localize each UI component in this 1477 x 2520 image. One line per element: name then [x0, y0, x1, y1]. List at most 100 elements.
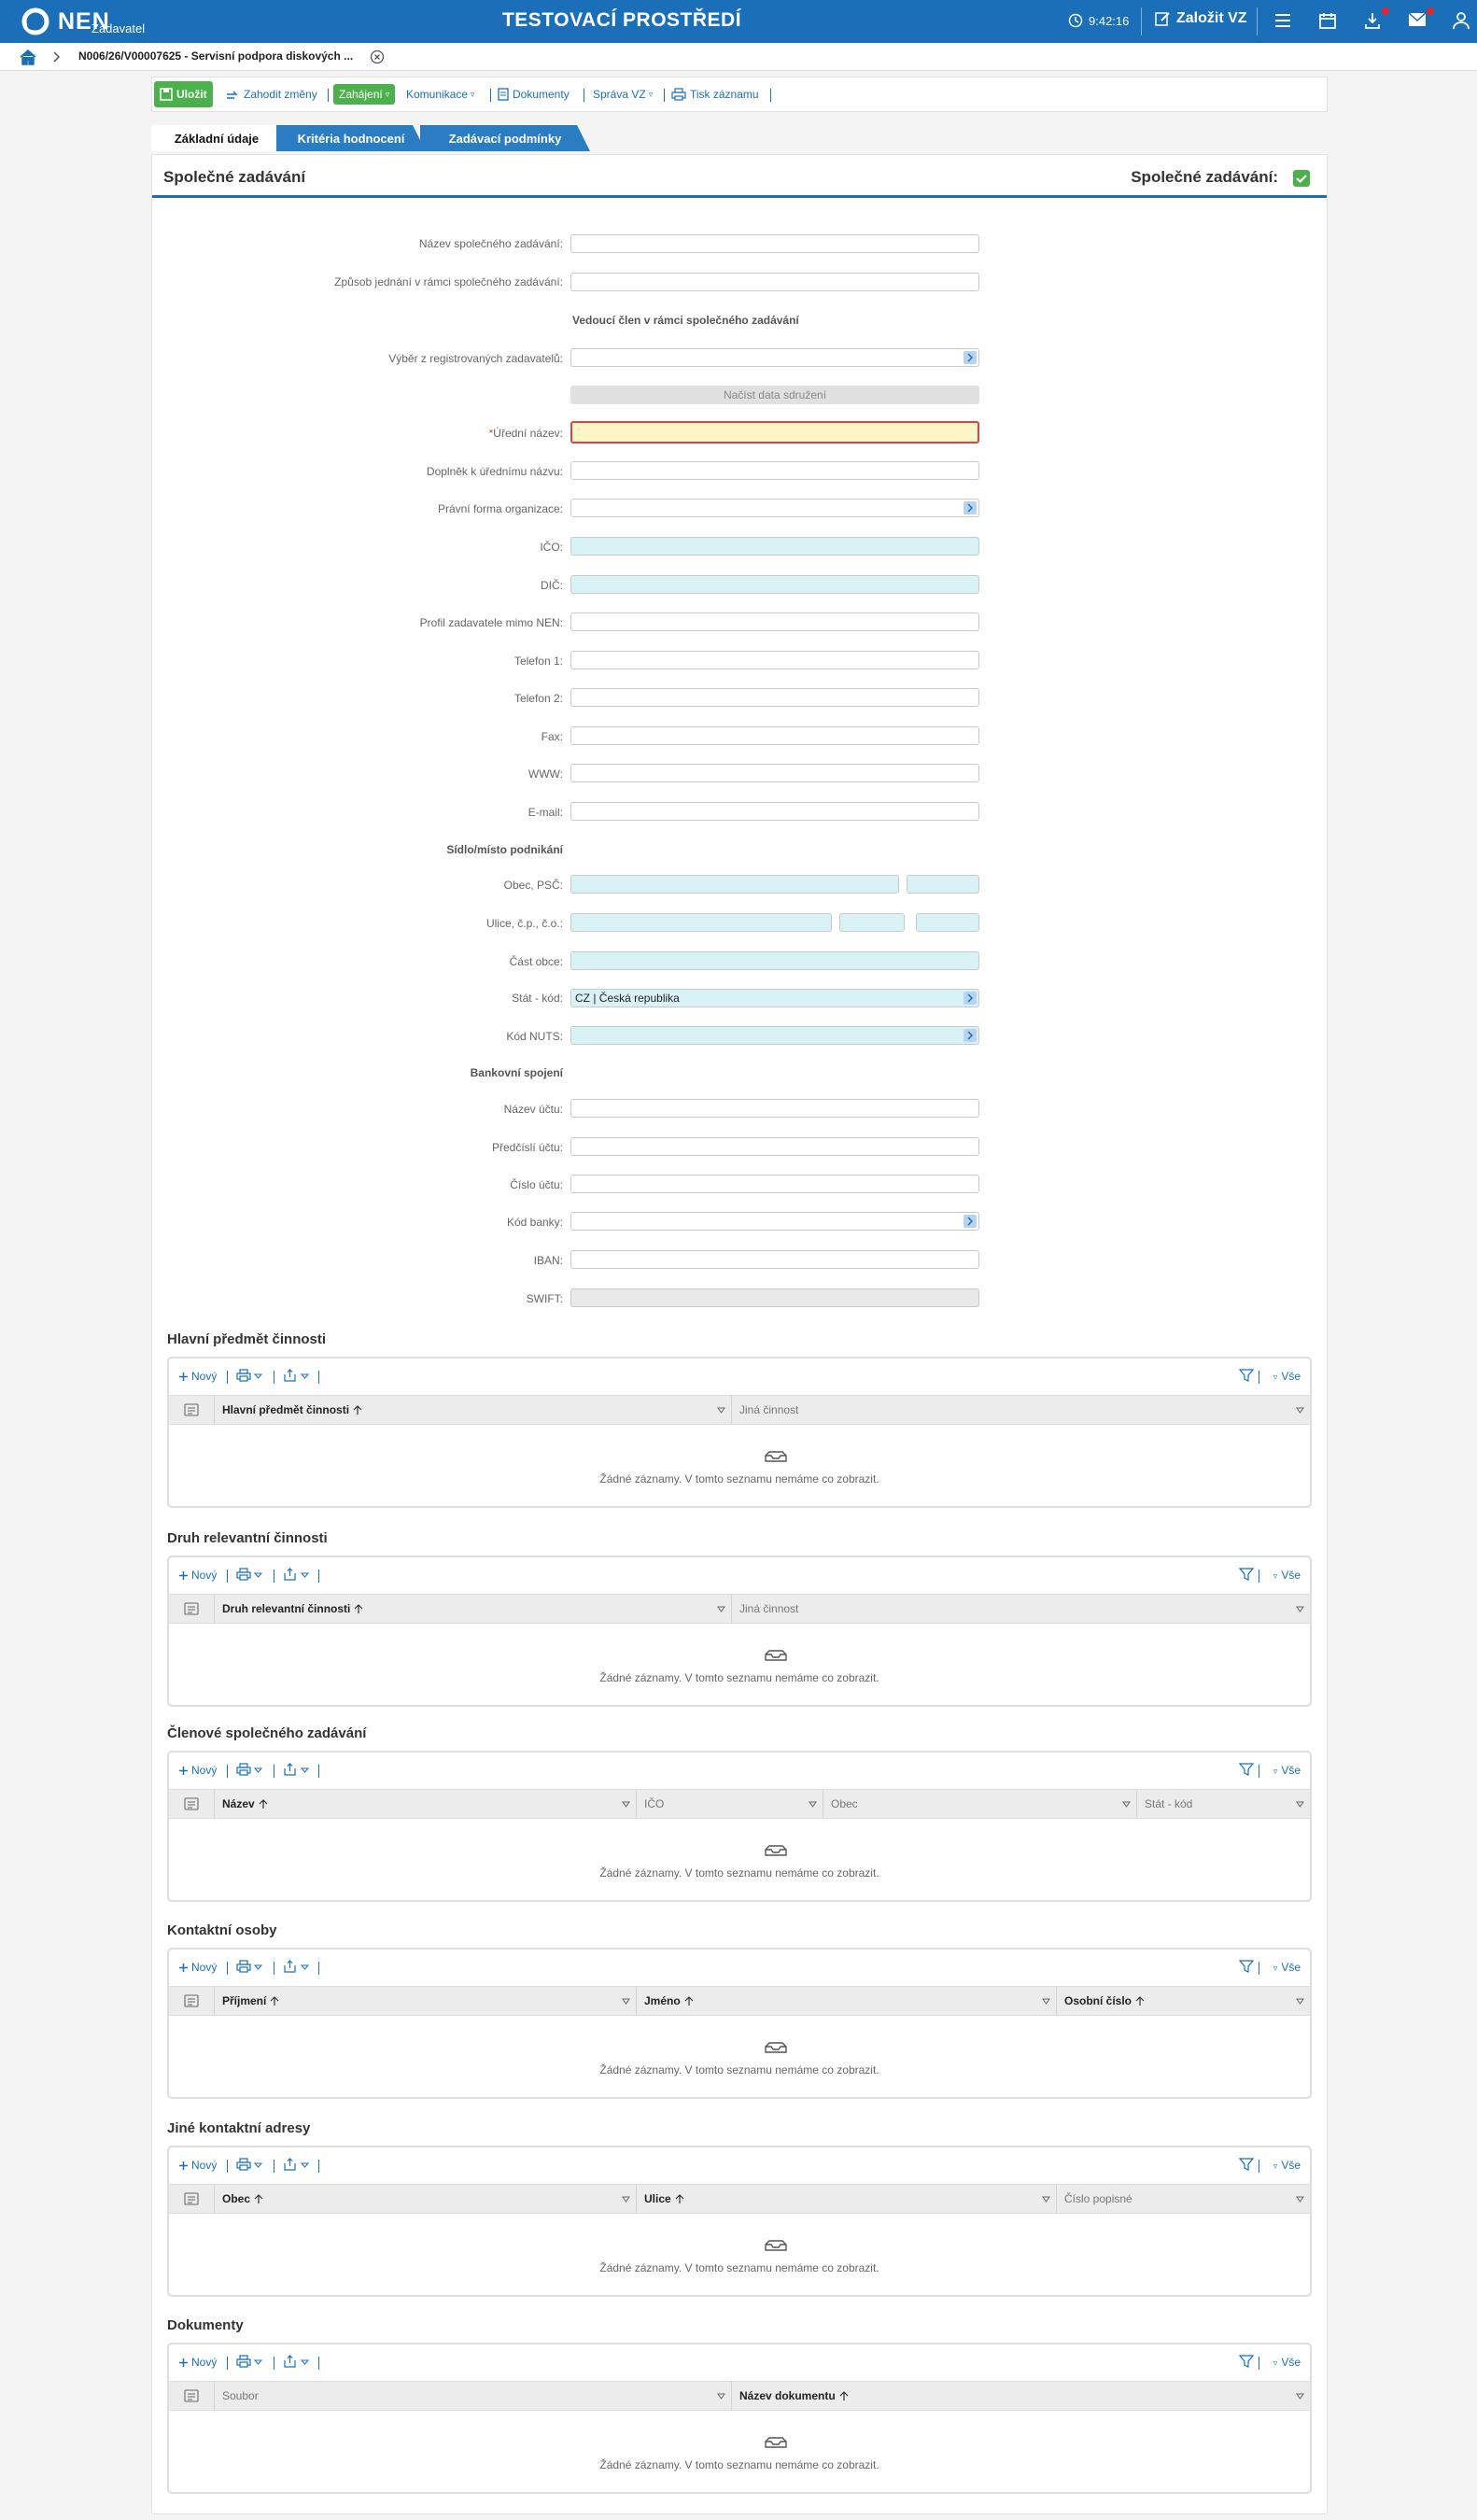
close-icon[interactable] — [370, 49, 385, 64]
column-menu-icon[interactable] — [1296, 1998, 1304, 2005]
column-header[interactable]: Hlavní předmět činnosti — [214, 1396, 731, 1424]
chevron-right-icon[interactable] — [964, 992, 977, 1005]
column-header[interactable]: Název dokumentu — [731, 2382, 1310, 2410]
column-header[interactable]: Obec — [823, 1790, 1136, 1818]
dic-input[interactable] — [570, 575, 979, 594]
column-header[interactable]: Příjmení — [214, 1987, 636, 2015]
chevron-right-icon[interactable] — [964, 1029, 977, 1042]
print-grid-button[interactable] — [236, 1369, 264, 1382]
column-menu-icon[interactable] — [622, 1998, 630, 2005]
show-all-button[interactable]: ▿ Vše — [1273, 1569, 1301, 1582]
mail-icon[interactable] — [1408, 12, 1427, 27]
new-record-button[interactable]: Nový — [178, 1370, 217, 1383]
orientation-number-input[interactable] — [916, 913, 979, 932]
street-input[interactable] — [570, 913, 832, 932]
ico-input[interactable] — [570, 537, 979, 556]
column-menu-icon[interactable] — [622, 2196, 630, 2203]
account-name-input[interactable] — [570, 1099, 979, 1118]
new-record-button[interactable]: Nový — [178, 2159, 217, 2172]
iban-input[interactable] — [570, 1250, 979, 1269]
swift-input[interactable] — [570, 1288, 979, 1307]
column-menu-icon[interactable] — [1042, 1998, 1050, 2005]
tab-basic-info[interactable]: Základní údaje — [151, 125, 282, 151]
chevron-right-icon[interactable] — [964, 1215, 977, 1228]
column-settings-button[interactable] — [169, 1987, 214, 2015]
joint-procurement-checkbox[interactable] — [1293, 170, 1310, 187]
fax-input[interactable] — [570, 726, 979, 745]
tab-tender-conditions[interactable]: Zadávací podmínky — [420, 125, 590, 151]
column-settings-button[interactable] — [169, 1790, 214, 1818]
profile-input[interactable] — [570, 612, 979, 631]
show-all-button[interactable]: ▿ Vše — [1273, 1764, 1301, 1777]
phone2-input[interactable] — [570, 688, 979, 707]
house-number-input[interactable] — [839, 913, 905, 932]
new-record-button[interactable]: Nový — [178, 1764, 217, 1777]
column-header[interactable]: Jiná činnost — [731, 1595, 1310, 1623]
column-menu-icon[interactable] — [622, 1801, 630, 1808]
column-settings-button[interactable] — [169, 2382, 214, 2410]
start-menu-button[interactable]: Zahájení ▿ — [333, 84, 396, 105]
print-grid-button[interactable] — [236, 2355, 264, 2368]
new-record-button[interactable]: Nový — [178, 2356, 217, 2369]
communication-menu-button[interactable]: Komunikace ▿ — [406, 83, 475, 106]
column-menu-icon[interactable] — [1296, 2196, 1304, 2203]
column-header[interactable]: Osobní číslo — [1056, 1987, 1310, 2015]
city-part-input[interactable] — [570, 951, 979, 970]
show-all-button[interactable]: ▿ Vše — [1273, 1961, 1301, 1974]
new-record-button[interactable]: Nový — [178, 1961, 217, 1974]
documents-button[interactable]: Dokumenty — [498, 83, 570, 106]
create-vz-button[interactable]: Založit VZ — [1154, 10, 1247, 27]
column-menu-icon[interactable] — [717, 1606, 725, 1612]
column-header[interactable]: Jméno — [636, 1987, 1056, 2015]
column-header[interactable]: IČO — [636, 1790, 823, 1818]
show-all-button[interactable]: ▿ Vše — [1273, 2356, 1301, 2369]
column-menu-icon[interactable] — [1296, 1801, 1304, 1808]
new-record-button[interactable]: Nový — [178, 1569, 217, 1582]
print-grid-button[interactable] — [236, 1960, 264, 1973]
column-settings-button[interactable] — [169, 2185, 214, 2213]
home-icon[interactable] — [19, 49, 37, 65]
column-header[interactable]: Ulice — [636, 2185, 1056, 2213]
print-grid-button[interactable] — [236, 1568, 264, 1581]
export-button[interactable] — [283, 1568, 311, 1581]
www-input[interactable] — [570, 764, 979, 782]
load-association-data-button[interactable]: Načíst data sdružení — [570, 386, 979, 404]
column-menu-icon[interactable] — [1296, 1407, 1304, 1414]
joint-method-input[interactable] — [570, 273, 979, 291]
column-menu-icon[interactable] — [1296, 1606, 1304, 1612]
export-button[interactable] — [283, 2355, 311, 2368]
nuts-field[interactable] — [570, 1026, 979, 1045]
joint-name-input[interactable] — [570, 234, 979, 253]
save-button[interactable]: Uložit — [154, 81, 213, 107]
print-grid-button[interactable] — [236, 1763, 264, 1776]
filter-button[interactable] — [1239, 1960, 1254, 1973]
column-settings-button[interactable] — [169, 1396, 214, 1424]
column-header[interactable]: Název — [214, 1790, 636, 1818]
export-button[interactable] — [283, 1369, 311, 1382]
legal-form-field[interactable] — [570, 499, 979, 517]
column-header[interactable]: Číslo popisné — [1056, 2185, 1310, 2213]
manage-vz-menu-button[interactable]: Správa VZ ▿ — [593, 83, 653, 106]
column-header[interactable]: Jiná činnost — [731, 1396, 1310, 1424]
print-grid-button[interactable] — [236, 2158, 264, 2171]
column-menu-icon[interactable] — [809, 1801, 817, 1808]
column-header[interactable]: Stát - kód — [1136, 1790, 1310, 1818]
export-button[interactable] — [283, 2158, 311, 2171]
filter-button[interactable] — [1239, 1568, 1254, 1581]
bank-code-field[interactable] — [570, 1212, 979, 1231]
export-button[interactable] — [283, 1763, 311, 1776]
prefix-input[interactable] — [570, 1137, 979, 1156]
column-menu-icon[interactable] — [1122, 1801, 1131, 1808]
chevron-right-icon[interactable] — [964, 351, 977, 364]
chevron-right-icon[interactable] — [964, 501, 977, 514]
select-registered-field[interactable] — [570, 348, 979, 367]
show-all-button[interactable]: ▿ Vše — [1273, 2159, 1301, 2172]
column-header[interactable]: Druh relevantní činnosti — [214, 1595, 731, 1623]
download-icon[interactable] — [1363, 11, 1382, 30]
account-number-input[interactable] — [570, 1175, 979, 1193]
column-menu-icon[interactable] — [717, 1407, 725, 1414]
filter-button[interactable] — [1239, 1763, 1254, 1776]
official-name-input[interactable] — [570, 421, 979, 443]
show-all-button[interactable]: ▿ Vše — [1273, 1370, 1301, 1383]
menu-icon[interactable] — [1273, 12, 1292, 29]
